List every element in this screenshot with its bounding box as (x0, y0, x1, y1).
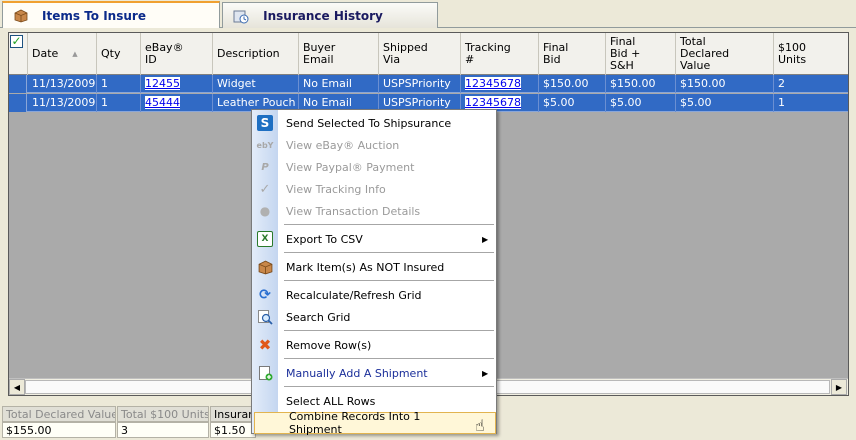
menu-separator (284, 224, 494, 225)
excel-icon: X (257, 231, 273, 247)
insurance-label: Insurance (210, 406, 256, 422)
tab-label: Insurance History (263, 8, 383, 23)
column-header-qty[interactable]: Qty (97, 33, 141, 75)
column-header-units[interactable]: $100 Units (774, 33, 848, 75)
column-header-final-bid-sh[interactable]: Final Bid + S&H (606, 33, 676, 75)
cell-final-bid-sh: $150.00 (606, 75, 676, 93)
tab-insurance-history[interactable]: Insurance History (222, 2, 438, 28)
tab-bar: Items To Insure Insurance History (0, 0, 856, 28)
checkmark-icon: ✓ (259, 181, 271, 197)
package-icon (13, 8, 29, 24)
details-icon: ● (259, 204, 271, 218)
total-declared-value: $155.00 (2, 422, 116, 438)
column-header-ebay-id[interactable]: eBay® ID (141, 33, 213, 75)
cell-qty: 1 (97, 94, 141, 112)
menu-item-recalculate-refresh[interactable]: ⟳ Recalculate/Refresh Grid (252, 284, 496, 306)
row-selector[interactable] (9, 75, 27, 93)
refresh-icon: ⟳ (259, 287, 271, 303)
cell-description: Widget (213, 75, 299, 93)
hand-cursor-icon: ☝ (475, 416, 485, 435)
menu-item-export-to-csv[interactable]: X Export To CSV ▶ (252, 228, 496, 250)
total-units-value: 3 (117, 422, 209, 438)
cell-buyer-email: No Email (299, 75, 379, 93)
scroll-right-button[interactable]: ▶ (831, 379, 847, 395)
search-icon (257, 309, 273, 325)
table-row[interactable]: 11/13/2009 1 12455 Widget No Email USPSP… (9, 75, 848, 93)
select-all-checkbox[interactable]: ✓ (10, 35, 23, 48)
ebay-icon: ebY (256, 140, 274, 150)
submenu-arrow-icon: ▶ (482, 234, 489, 244)
menu-item-select-all-rows[interactable]: Select ALL Rows (252, 390, 496, 412)
insurance-value: $1.50 (210, 422, 256, 438)
cell-units: 1 (778, 96, 785, 109)
cell-date: 11/13/2009 (28, 75, 97, 93)
remove-icon: ✖ (258, 336, 272, 354)
tab-label: Items To Insure (42, 8, 146, 23)
menu-item-combine-records[interactable]: Combine Records Into 1 Shipment ☝ (254, 410, 496, 436)
box-icon (257, 259, 273, 275)
cell-total-declared: $5.00 (676, 94, 774, 112)
menu-item-view-tracking-info[interactable]: ✓ View Tracking Info (252, 178, 496, 200)
cell-total-declared: $150.00 (676, 75, 774, 93)
cell-tracking: 12345678 (461, 75, 539, 93)
arrow-right-icon: ▶ (835, 382, 843, 392)
context-menu: S Send Selected To Shipsurance ebY View … (251, 109, 497, 436)
total-declared-label: Total Declared Value: (2, 406, 116, 422)
column-header-final-bid[interactable]: Final Bid (539, 33, 606, 75)
menu-separator (284, 358, 494, 359)
cell-final-bid: $5.00 (539, 94, 606, 112)
menu-separator (284, 280, 494, 281)
menu-item-manually-add-shipment[interactable]: Manually Add A Shipment ▶ (252, 362, 496, 384)
menu-separator (284, 386, 494, 387)
menu-item-view-paypal-payment[interactable]: P View Paypal® Payment (252, 156, 496, 178)
paypal-icon: P (261, 161, 269, 173)
menu-item-remove-rows[interactable]: ✖ Remove Row(s) (252, 334, 496, 356)
shipsurance-icon: S (257, 115, 273, 131)
menu-item-mark-not-insured[interactable]: Mark Item(s) As NOT Insured (252, 256, 496, 278)
cell-ebay-id: 12455 (141, 75, 213, 93)
scroll-left-button[interactable]: ◀ (9, 379, 25, 395)
grid-header: ✓ Date ▲ Qty eBay® ID Description Buyer E… (9, 33, 848, 75)
cell-date: 11/13/2009 (28, 94, 97, 112)
tracking-link[interactable]: 12345678 (465, 96, 521, 109)
tab-items-to-insure[interactable]: Items To Insure (2, 1, 220, 28)
arrow-left-icon: ◀ (13, 382, 21, 392)
cell-shipped-via: USPSPriority (379, 75, 461, 93)
select-all-header[interactable]: ✓ (9, 33, 28, 75)
ebay-id-link[interactable]: 12455 (145, 77, 180, 90)
cell-ebay-id: 45444 (141, 94, 213, 112)
ebay-id-link[interactable]: 45444 (145, 96, 180, 109)
column-header-buyer-email[interactable]: Buyer Email (299, 33, 379, 75)
column-header-description[interactable]: Description (213, 33, 299, 75)
menu-separator (284, 330, 494, 331)
menu-item-send-to-shipsurance[interactable]: S Send Selected To Shipsurance (252, 112, 496, 134)
add-shipment-icon (257, 365, 273, 381)
row-selector[interactable] (9, 94, 27, 112)
column-header-tracking[interactable]: Tracking # (461, 33, 539, 75)
cell-final-bid: $150.00 (539, 75, 606, 93)
cell-final-bid-sh: $5.00 (606, 94, 676, 112)
menu-item-view-transaction-details[interactable]: ● View Transaction Details (252, 200, 496, 222)
tracking-link[interactable]: 12345678 (465, 77, 521, 90)
column-header-shipped-via[interactable]: Shipped Via (379, 33, 461, 75)
history-icon (233, 8, 249, 24)
submenu-arrow-icon: ▶ (482, 368, 489, 378)
column-header-date[interactable]: Date ▲ (28, 33, 97, 75)
menu-separator (284, 252, 494, 253)
cell-qty: 1 (97, 75, 141, 93)
column-header-total-declared[interactable]: Total Declared Value (676, 33, 774, 75)
cell-units: 2 (778, 77, 785, 90)
menu-item-search-grid[interactable]: Search Grid (252, 306, 496, 328)
menu-item-view-ebay-auction[interactable]: ebY View eBay® Auction (252, 134, 496, 156)
sort-arrow-icon: ▲ (72, 50, 78, 58)
total-units-label: Total $100 Units (117, 406, 209, 422)
